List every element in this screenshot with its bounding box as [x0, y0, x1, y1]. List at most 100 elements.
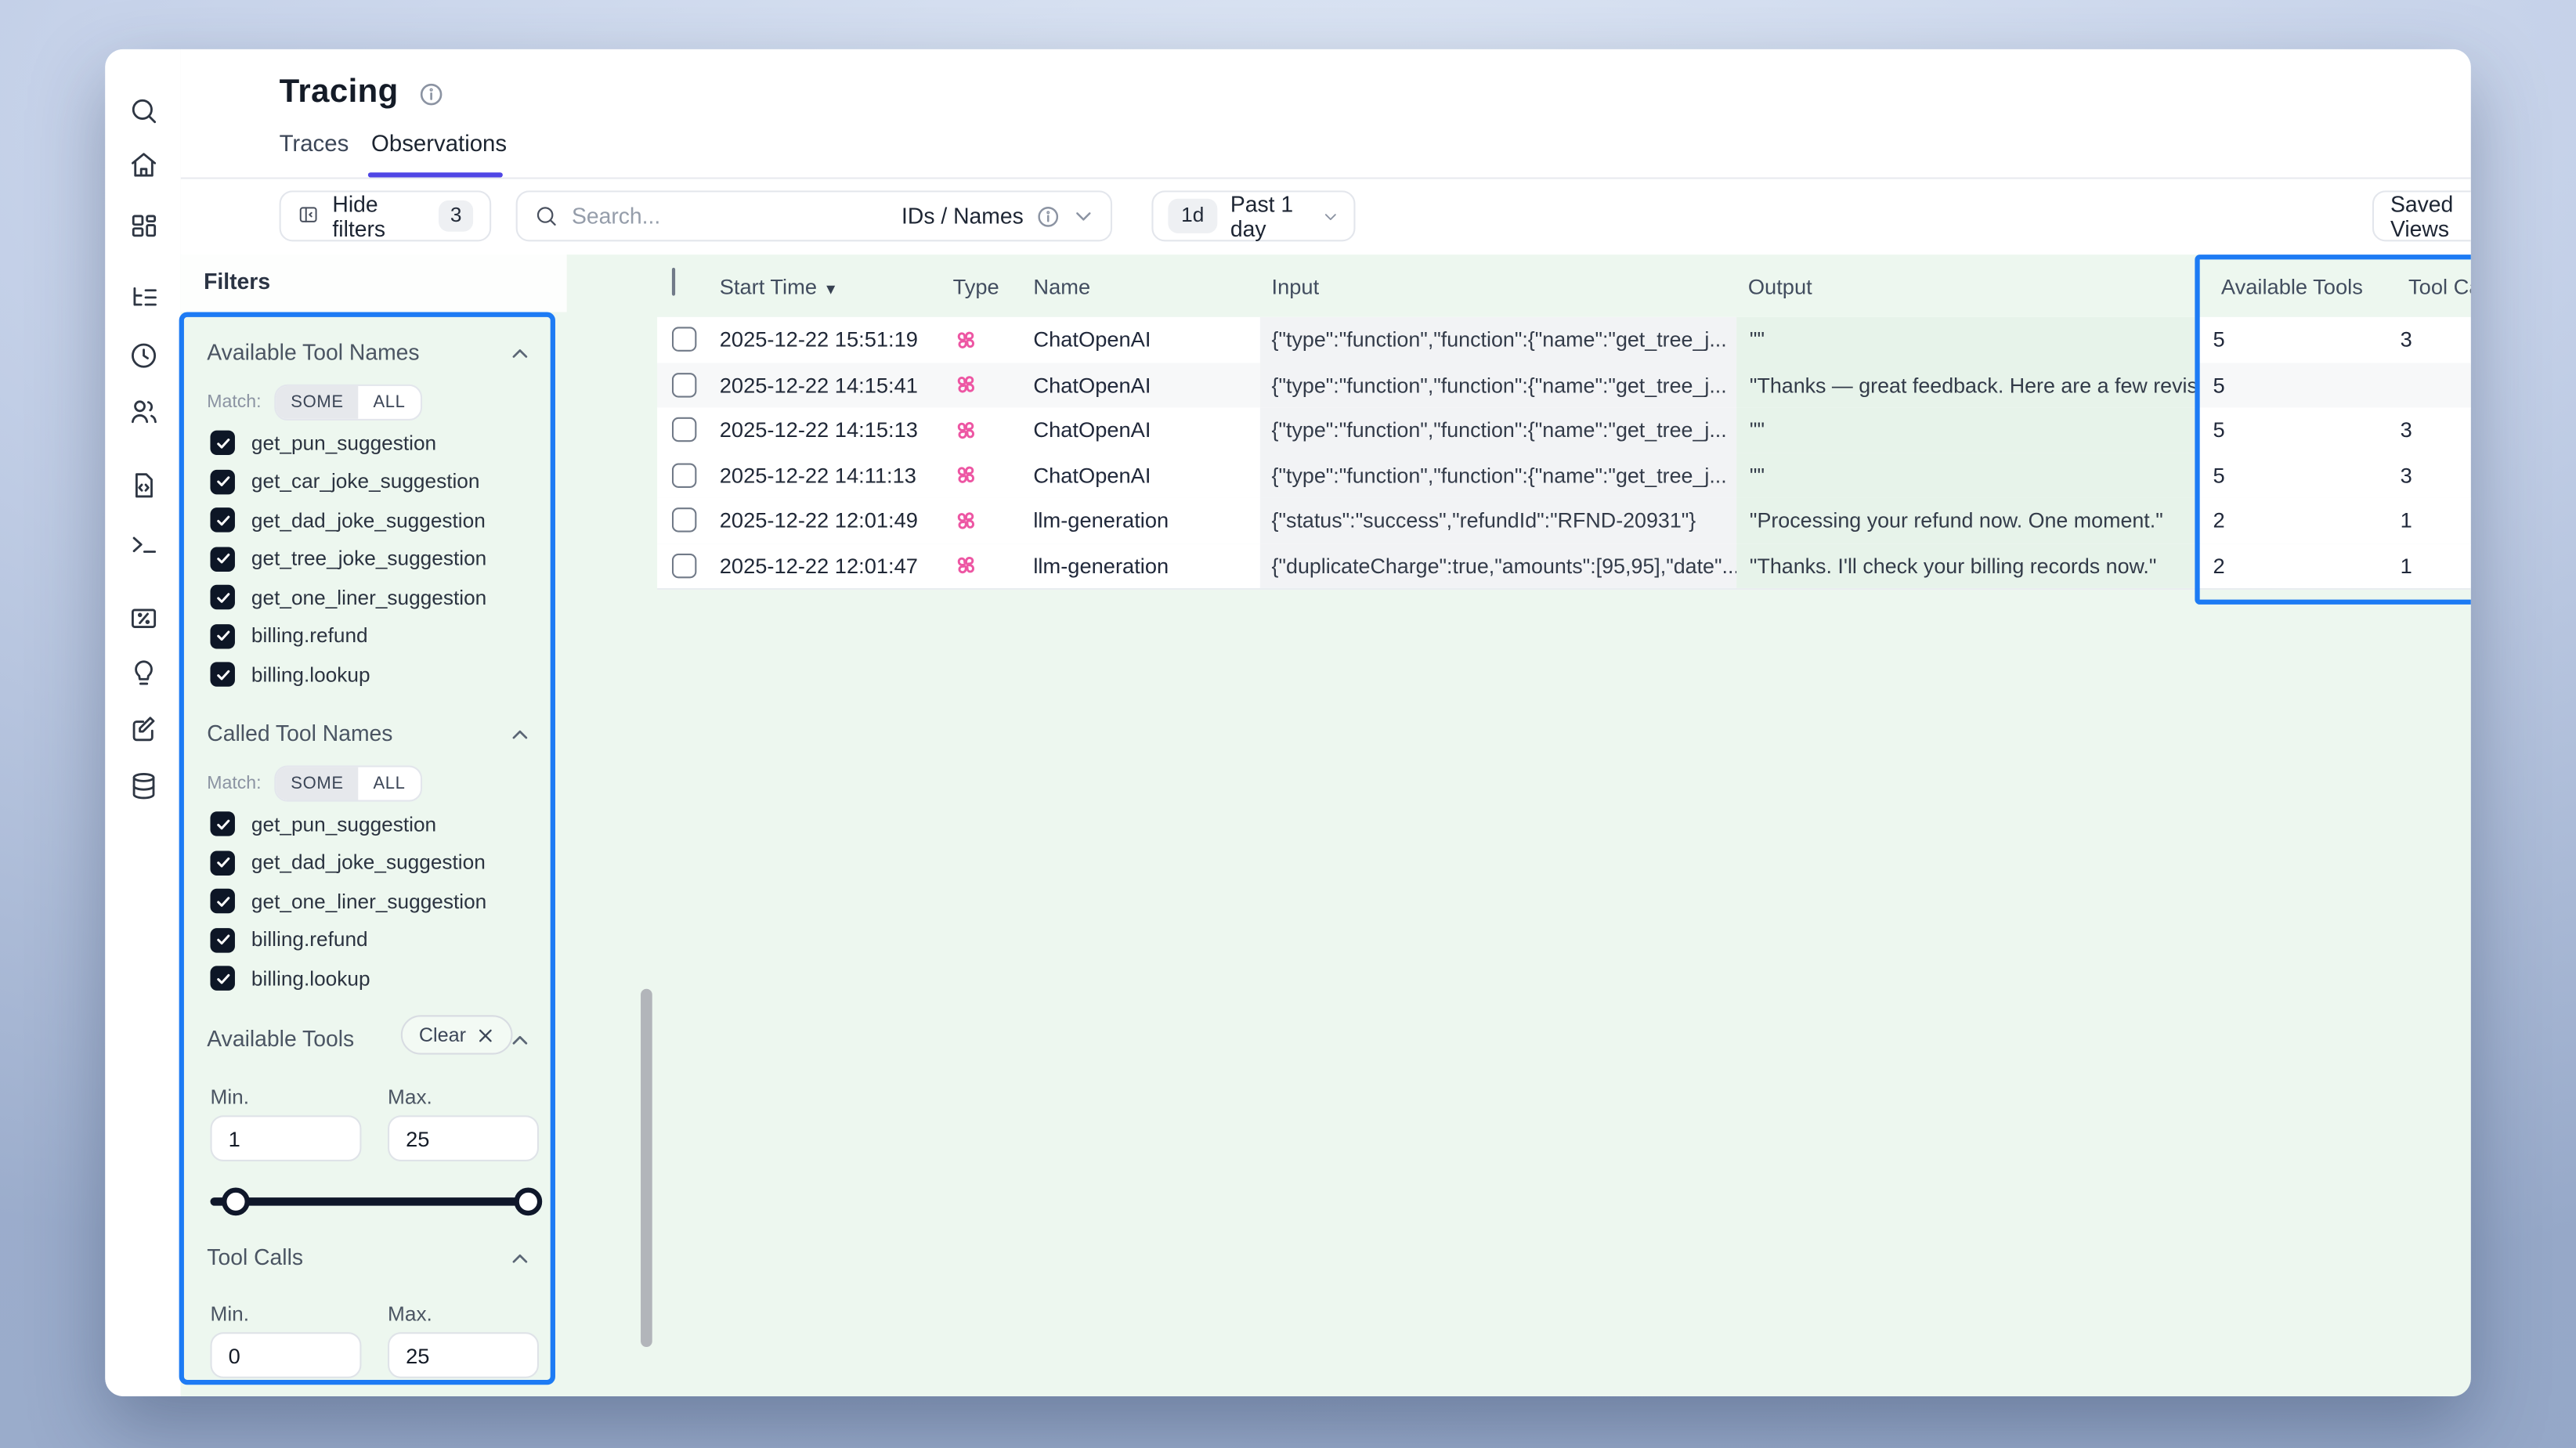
filters-scrollbar-thumb[interactable]	[641, 989, 652, 1347]
checkbox-checked-icon[interactable]	[210, 431, 234, 455]
active-tab-underline	[368, 172, 503, 177]
filter-checkbox-item[interactable]: get_tree_joke_suggestion	[210, 546, 486, 570]
cell-output: "Thanks — great feedback. Here are a few…	[1736, 363, 2195, 408]
search-icon	[534, 204, 558, 228]
row-checkbox[interactable]	[672, 463, 696, 487]
checkbox-checked-icon[interactable]	[210, 850, 234, 874]
users-icon[interactable]	[128, 396, 160, 428]
column-header-type[interactable]: Type	[953, 274, 999, 298]
available-tools-slider-track[interactable]	[210, 1197, 529, 1205]
tab-traces[interactable]: Traces	[280, 130, 349, 157]
filter-checkbox-item[interactable]: billing.refund	[210, 623, 367, 648]
filter-checkbox-item[interactable]: get_dad_joke_suggestion	[210, 850, 485, 874]
slider-handle-max[interactable]	[515, 1188, 543, 1216]
cell-input: {"type":"function","function":{"name":"g…	[1260, 407, 1736, 453]
section-title-available-tool-names: Available Tool Names	[207, 340, 419, 364]
checkbox-checked-icon[interactable]	[210, 662, 234, 686]
hide-filters-button[interactable]: Hide filters 3	[280, 190, 492, 241]
clear-filter-button[interactable]: Clear	[401, 1015, 512, 1054]
cell-start-time: 2025-12-22 12:01:47	[720, 543, 953, 588]
column-header-tool-calls[interactable]: Tool Calls	[2408, 274, 2471, 298]
tool-calls-min-input[interactable]	[210, 1332, 361, 1378]
column-header-input[interactable]: Input	[1272, 274, 1320, 298]
table-row[interactable]: 2025-12-22 12:01:47 llm-generation {"dup…	[657, 543, 2471, 590]
row-checkbox[interactable]	[672, 417, 696, 442]
filter-checkbox-item[interactable]: billing.lookup	[210, 966, 370, 990]
available-tools-min-input[interactable]	[210, 1115, 361, 1161]
tool-calls-max-input[interactable]	[388, 1332, 539, 1378]
table-header: Start Time▼ Type Name Input Output Avail…	[657, 263, 2471, 312]
checkbox-checked-icon[interactable]	[210, 546, 234, 570]
checkbox-checked-icon[interactable]	[210, 811, 234, 836]
checkbox-checked-icon[interactable]	[210, 889, 234, 913]
chevron-up-icon[interactable]	[509, 343, 530, 364]
chevron-down-icon[interactable]	[1073, 205, 1094, 226]
home-icon[interactable]	[128, 150, 160, 181]
datasets-database-icon[interactable]	[128, 771, 160, 802]
filter-checkbox-item[interactable]: billing.refund	[210, 927, 367, 951]
table-row[interactable]: 2025-12-22 15:51:19 ChatOpenAI {"type":"…	[657, 317, 2471, 364]
info-icon[interactable]	[1037, 204, 1060, 227]
checkbox-checked-icon[interactable]	[210, 927, 234, 951]
slider-handle-min[interactable]	[222, 1188, 250, 1216]
chevron-up-icon[interactable]	[509, 724, 530, 746]
available-tools-max-input[interactable]	[388, 1115, 539, 1161]
time-range-button[interactable]: 1d Past 1 day	[1151, 190, 1355, 241]
filter-checkbox-item[interactable]: get_pun_suggestion	[210, 431, 436, 455]
column-header-start-time[interactable]: Start Time▼	[720, 274, 838, 298]
match-option-all[interactable]: ALL	[359, 767, 421, 800]
checkbox-checked-icon[interactable]	[210, 623, 234, 648]
chevron-up-icon[interactable]	[509, 1248, 530, 1269]
cell-input: {"duplicateCharge":true,"amounts":[95,95…	[1260, 543, 1736, 588]
prompts-file-icon[interactable]	[128, 470, 160, 501]
match-option-some[interactable]: SOME	[276, 386, 358, 419]
info-icon[interactable]	[419, 82, 443, 107]
column-header-available-tools[interactable]: Available Tools	[2221, 274, 2363, 298]
cell-input: {"type":"function","function":{"name":"g…	[1260, 317, 1736, 363]
cell-tool-calls: 3	[2397, 453, 2470, 498]
match-option-all[interactable]: ALL	[359, 386, 421, 419]
scores-icon[interactable]	[128, 603, 160, 634]
filter-item-label: get_pun_suggestion	[251, 812, 436, 835]
table-row[interactable]: 2025-12-22 14:15:13 ChatOpenAI {"type":"…	[657, 407, 2471, 454]
saved-views-button[interactable]: Saved Views 0	[2372, 190, 2471, 241]
table-row[interactable]: 2025-12-22 12:01:49 llm-generation {"sta…	[657, 498, 2471, 545]
filter-checkbox-item[interactable]: get_car_joke_suggestion	[210, 469, 479, 493]
max-label: Max.	[388, 1302, 432, 1325]
saved-views-label: Saved Views	[2390, 191, 2466, 240]
filter-checkbox-item[interactable]: get_one_liner_suggestion	[210, 889, 486, 913]
filter-checkbox-item[interactable]: get_dad_joke_suggestion	[210, 507, 485, 532]
annotation-icon[interactable]	[128, 714, 160, 746]
table-row[interactable]: 2025-12-22 14:15:41 ChatOpenAI {"type":"…	[657, 363, 2471, 410]
checkbox-checked-icon[interactable]	[210, 966, 234, 990]
cell-tool-calls: 3	[2397, 407, 2470, 453]
section-title-called-tool-names: Called Tool Names	[207, 721, 392, 746]
tracing-icon[interactable]	[128, 283, 160, 314]
filter-item-label: get_one_liner_suggestion	[251, 890, 486, 912]
filter-checkbox-item[interactable]: billing.lookup	[210, 662, 370, 686]
row-checkbox[interactable]	[672, 373, 696, 397]
row-checkbox[interactable]	[672, 508, 696, 533]
tab-observations[interactable]: Observations	[371, 130, 507, 157]
checkbox-checked-icon[interactable]	[210, 585, 234, 609]
filter-item-label: get_dad_joke_suggestion	[251, 508, 486, 531]
filter-checkbox-item[interactable]: get_one_liner_suggestion	[210, 585, 486, 609]
row-checkbox[interactable]	[672, 553, 696, 577]
checkbox-checked-icon[interactable]	[210, 469, 234, 493]
table-row[interactable]: 2025-12-22 14:11:13 ChatOpenAI {"type":"…	[657, 453, 2471, 500]
search-icon[interactable]	[128, 96, 160, 127]
search-input[interactable]: Search... IDs / Names	[516, 190, 1112, 241]
column-header-name[interactable]: Name	[1033, 274, 1090, 298]
match-option-some[interactable]: SOME	[276, 767, 358, 800]
column-header-output[interactable]: Output	[1748, 274, 1812, 298]
select-all-checkbox[interactable]	[672, 268, 675, 296]
filter-checkbox-item[interactable]: get_pun_suggestion	[210, 811, 436, 836]
dashboard-icon[interactable]	[128, 210, 160, 241]
lightbulb-icon[interactable]	[128, 657, 160, 688]
row-checkbox[interactable]	[672, 327, 696, 352]
playground-terminal-icon[interactable]	[128, 529, 160, 560]
sessions-clock-icon[interactable]	[128, 340, 160, 371]
chevron-up-icon[interactable]	[509, 1030, 530, 1051]
checkbox-checked-icon[interactable]	[210, 507, 234, 532]
filters-highlight-box: Available Tool Names Match: SOME ALL get…	[179, 312, 555, 1385]
